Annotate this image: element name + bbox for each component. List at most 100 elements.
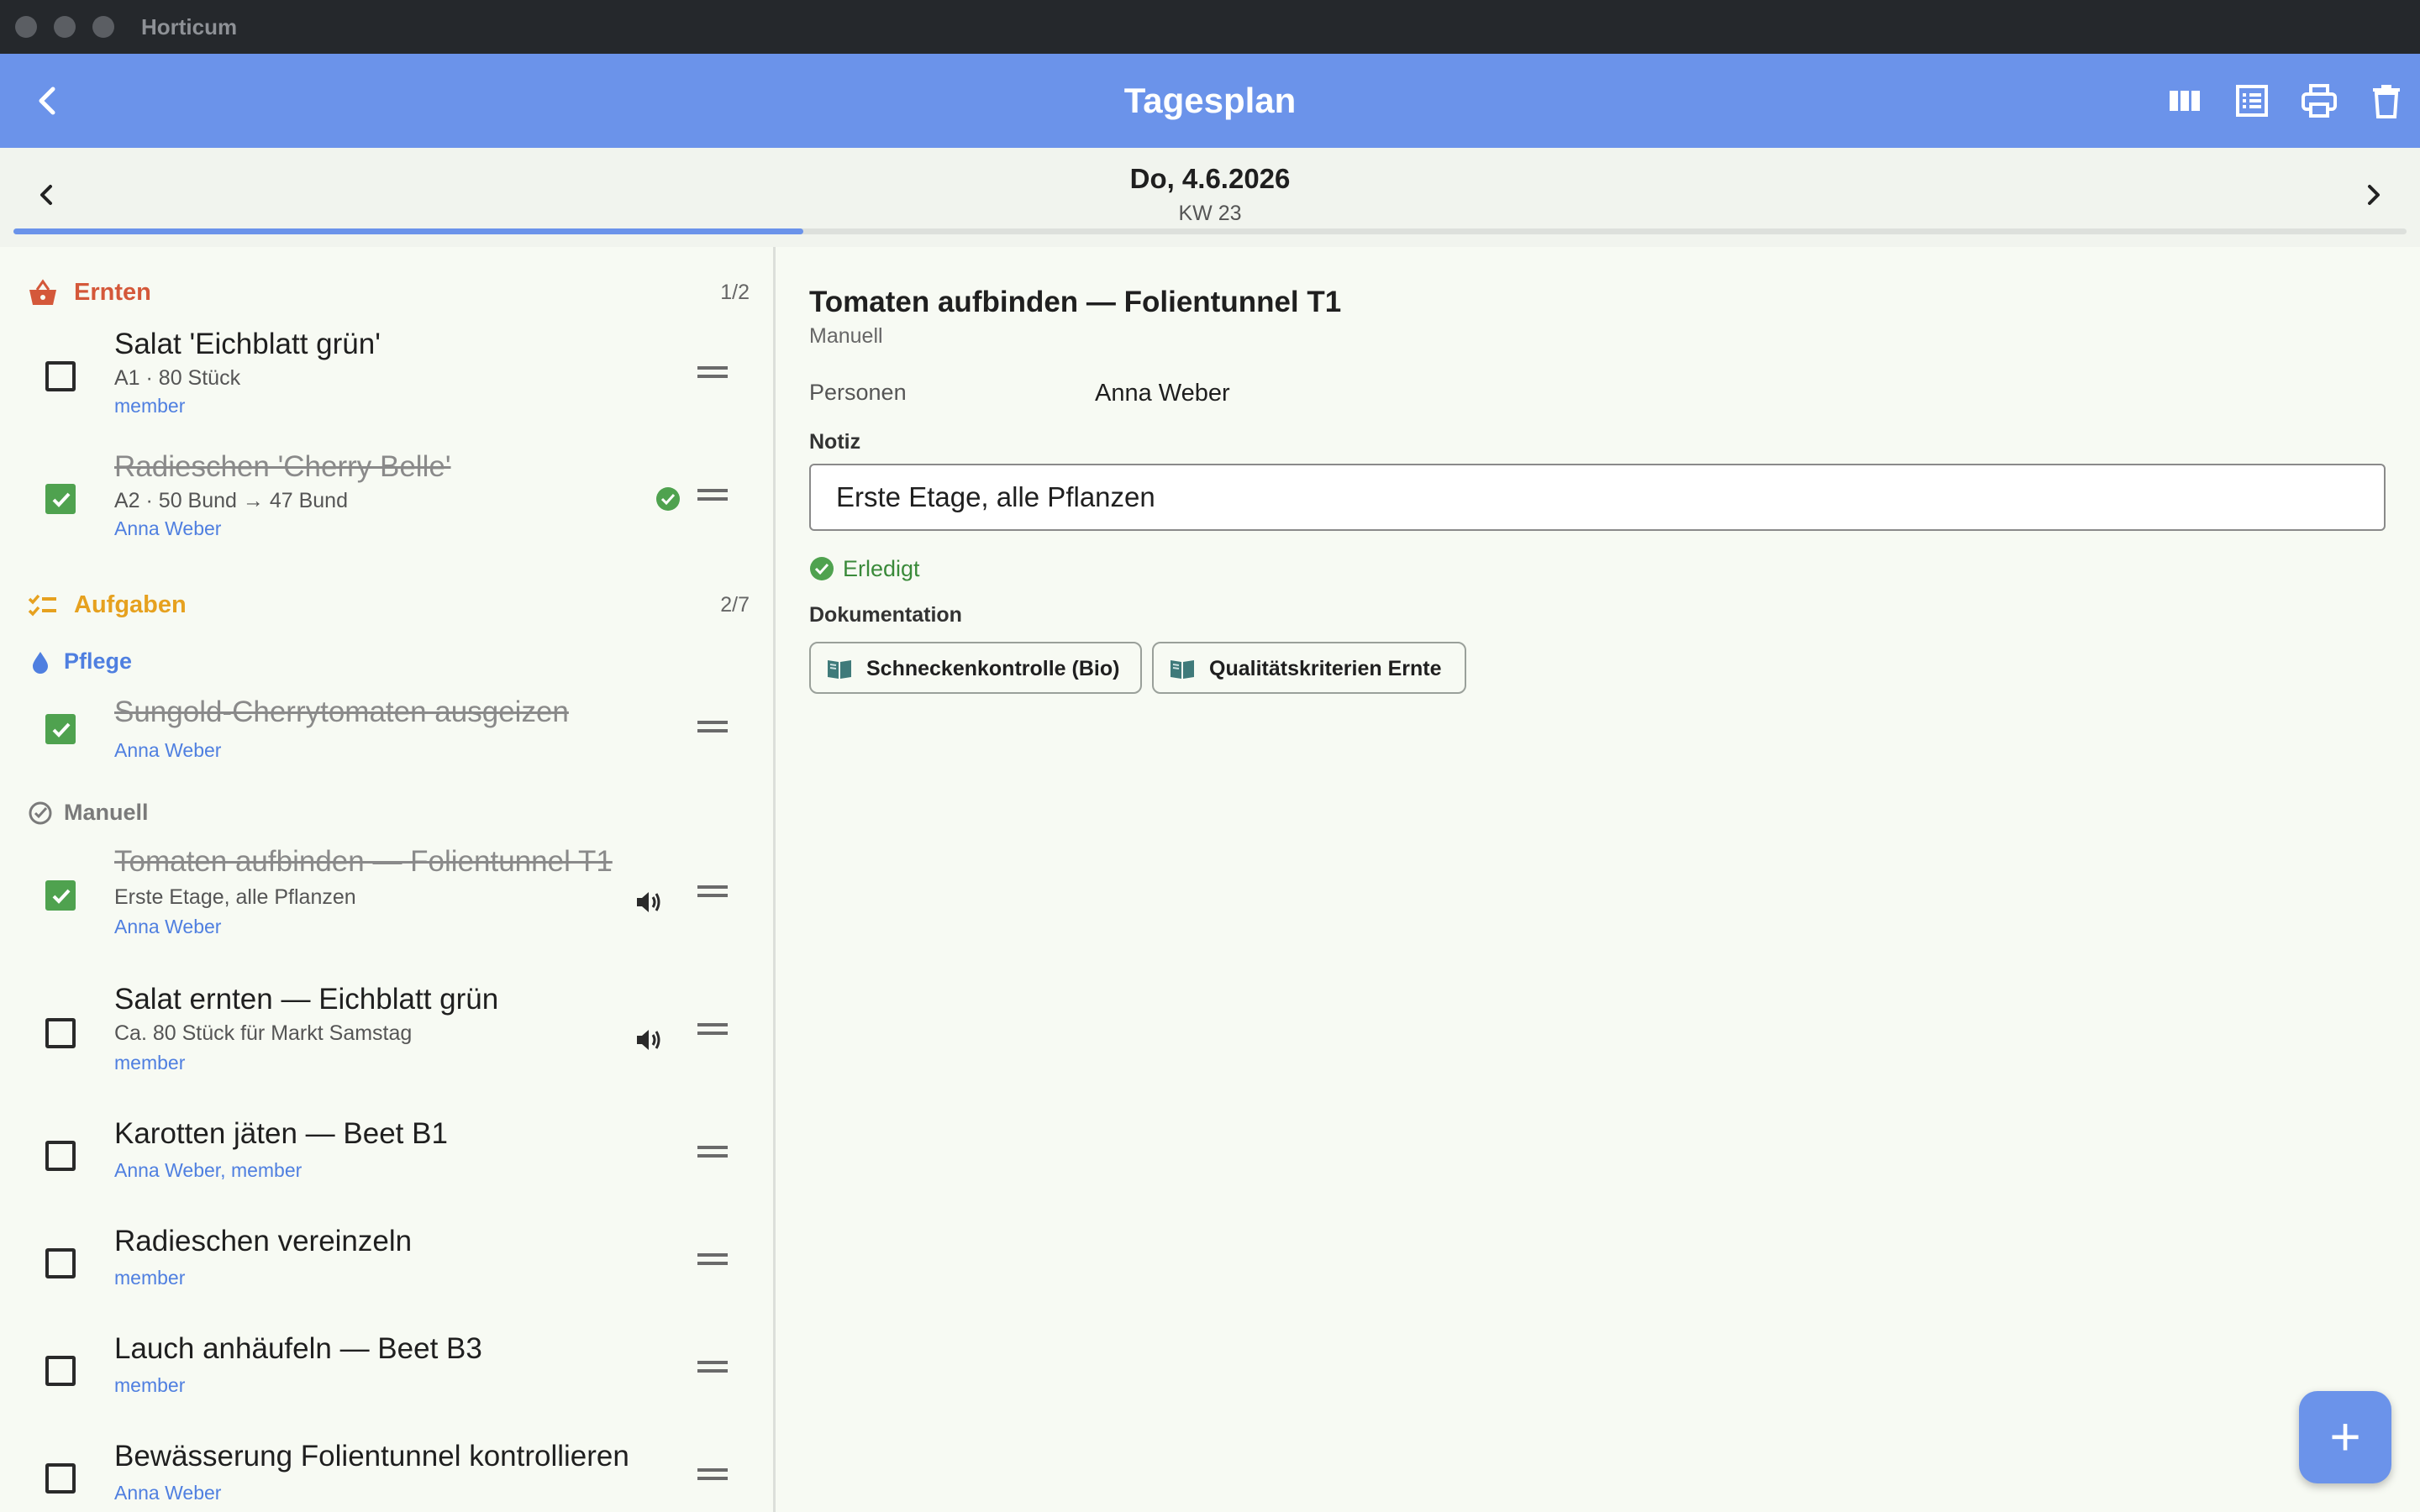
columns-view-icon[interactable] <box>2165 81 2205 121</box>
task-title: Radieschen 'Cherry Belle' <box>114 450 451 483</box>
task-title: Tomaten aufbinden — Folientunnel T1 <box>114 845 613 878</box>
speaker-icon[interactable] <box>632 885 666 919</box>
zoom-window-button[interactable] <box>92 16 114 38</box>
drag-handle-icon[interactable] <box>697 885 728 897</box>
subsection-label: Pflege <box>64 648 133 674</box>
detail-title: Tomaten aufbinden — Folientunnel T1 <box>809 286 1342 318</box>
task-checkbox[interactable] <box>45 714 76 744</box>
task-title: Karotten jäten — Beet B1 <box>114 1117 448 1150</box>
book-icon <box>1171 660 1194 679</box>
check-icon <box>52 722 71 738</box>
task-checkbox[interactable] <box>45 1463 76 1494</box>
delete-icon[interactable] <box>2366 81 2407 121</box>
print-icon[interactable] <box>2299 81 2339 121</box>
minimize-window-button[interactable] <box>54 16 76 38</box>
close-window-button[interactable] <box>15 16 37 38</box>
task-list-panel: Ernten 1/2 Salat 'Eichblatt grün' A1 · 8… <box>0 247 773 1512</box>
task-person: member <box>114 1052 186 1074</box>
panel-divider[interactable] <box>773 247 776 1512</box>
task-detail-panel: Tomaten aufbinden — Folientunnel T1 Manu… <box>809 247 2389 1512</box>
task-title: Salat ernten — Eichblatt grün <box>114 983 499 1016</box>
task-item[interactable]: Bewässerung Folientunnel kontrollieren A… <box>0 1440 773 1507</box>
task-person: member <box>114 395 186 417</box>
task-person: Anna Weber <box>114 739 222 761</box>
task-checkbox[interactable] <box>45 484 76 514</box>
task-item[interactable]: Radieschen vereinzeln member <box>0 1225 773 1292</box>
task-person: Anna Weber, member <box>114 1159 302 1181</box>
task-checkbox[interactable] <box>45 1248 76 1278</box>
list-view-icon[interactable] <box>2232 81 2272 121</box>
drag-handle-icon[interactable] <box>697 489 728 501</box>
check-icon <box>52 492 71 507</box>
doc-chip-schneckenkontrolle[interactable]: Schneckenkontrolle (Bio) <box>809 642 1142 694</box>
drag-handle-icon[interactable] <box>697 1253 728 1265</box>
speaker-icon[interactable] <box>632 1023 666 1057</box>
page-title: Tagesplan <box>1123 81 1297 120</box>
task-item[interactable]: Lauch anhäufeln — Beet B3 member <box>0 1332 773 1399</box>
note-input[interactable] <box>809 464 2386 531</box>
checklist-icon <box>28 594 56 617</box>
subsection-label: Manuell <box>64 800 149 825</box>
section-label: Ernten <box>74 279 151 306</box>
section-aufgaben: Aufgaben 2/7 <box>27 585 750 625</box>
basket-icon <box>29 279 56 305</box>
task-item[interactable]: Sungold-Cherrytomaten ausgeizen Anna Web… <box>0 696 773 763</box>
section-count: 1/2 <box>720 281 750 304</box>
task-item[interactable]: Karotten jäten — Beet B1 Anna Weber, mem… <box>0 1117 773 1184</box>
task-meta: A1 · 80 Stück <box>114 366 241 390</box>
add-task-button[interactable]: + <box>2299 1391 2391 1483</box>
drag-handle-icon[interactable] <box>697 1146 728 1158</box>
completed-icon <box>656 487 680 511</box>
section-label: Aufgaben <box>74 591 187 618</box>
task-checkbox[interactable] <box>45 1018 76 1048</box>
task-checkbox[interactable] <box>45 1141 76 1171</box>
task-checkbox[interactable] <box>45 1356 76 1386</box>
drag-handle-icon[interactable] <box>697 1023 728 1035</box>
app-bar: Tagesplan <box>0 54 2420 148</box>
task-person: member <box>114 1374 186 1396</box>
day-progress-fill <box>13 228 803 234</box>
drag-handle-icon[interactable] <box>697 1468 728 1480</box>
task-item[interactable]: Tomaten aufbinden — Folientunnel T1 Erst… <box>0 845 773 937</box>
task-checkbox[interactable] <box>45 361 76 391</box>
task-title: Bewässerung Folientunnel kontrollieren <box>114 1440 629 1473</box>
task-checkbox[interactable] <box>45 880 76 911</box>
status-label: Erledigt <box>843 556 920 581</box>
documentation-label: Dokumentation <box>809 603 962 627</box>
date-navigator: Do, 4.6.2026 KW 23 <box>0 148 2420 247</box>
task-person: Anna Weber <box>114 1482 222 1504</box>
drag-handle-icon[interactable] <box>697 366 728 378</box>
book-icon <box>828 660 851 679</box>
water-drop-icon <box>33 652 48 674</box>
calendar-week: KW 23 <box>1178 202 1242 225</box>
task-title: Lauch anhäufeln — Beet B3 <box>114 1332 482 1365</box>
plus-icon: + <box>2329 1406 2361 1467</box>
task-item[interactable]: Salat 'Eichblatt grün' A1 · 80 Stück mem… <box>0 328 773 420</box>
task-person: member <box>114 1267 186 1289</box>
window-titlebar: Horticum <box>0 0 2420 54</box>
task-item[interactable]: Salat ernten — Eichblatt grün Ca. 80 Stü… <box>0 983 773 1075</box>
task-title: Salat 'Eichblatt grün' <box>114 328 381 360</box>
check-icon <box>52 889 71 904</box>
doc-chip-label: Qualitätskriterien Ernte <box>1209 657 1442 680</box>
completed-icon <box>810 557 834 580</box>
persons-label: Personen <box>809 380 907 405</box>
task-person: Anna Weber <box>114 517 222 539</box>
detail-subtitle: Manuell <box>809 324 883 348</box>
day-progress-bar <box>13 228 2407 234</box>
task-meta: A2 · 50 Bund → 47 Bund <box>114 489 348 512</box>
subsection-pflege: Pflege <box>27 643 750 680</box>
note-label: Notiz <box>809 430 861 454</box>
next-day-icon[interactable] <box>2356 178 2390 212</box>
section-count: 2/7 <box>720 593 750 617</box>
task-meta: Erste Etage, alle Pflanzen <box>114 885 356 909</box>
drag-handle-icon[interactable] <box>697 721 728 732</box>
doc-chip-label: Schneckenkontrolle (Bio) <box>866 657 1120 680</box>
drag-handle-icon[interactable] <box>697 1361 728 1373</box>
task-title: Radieschen vereinzeln <box>114 1225 413 1257</box>
current-date: Do, 4.6.2026 <box>1129 163 1291 194</box>
doc-chip-qualitaetskriterien[interactable]: Qualitätskriterien Ernte <box>1152 642 1466 694</box>
task-item[interactable]: Radieschen 'Cherry Belle' A2 · 50 Bund →… <box>0 450 773 543</box>
persons-value[interactable]: Anna Weber <box>1095 380 1230 407</box>
section-ernten: Ernten 1/2 <box>27 272 750 312</box>
